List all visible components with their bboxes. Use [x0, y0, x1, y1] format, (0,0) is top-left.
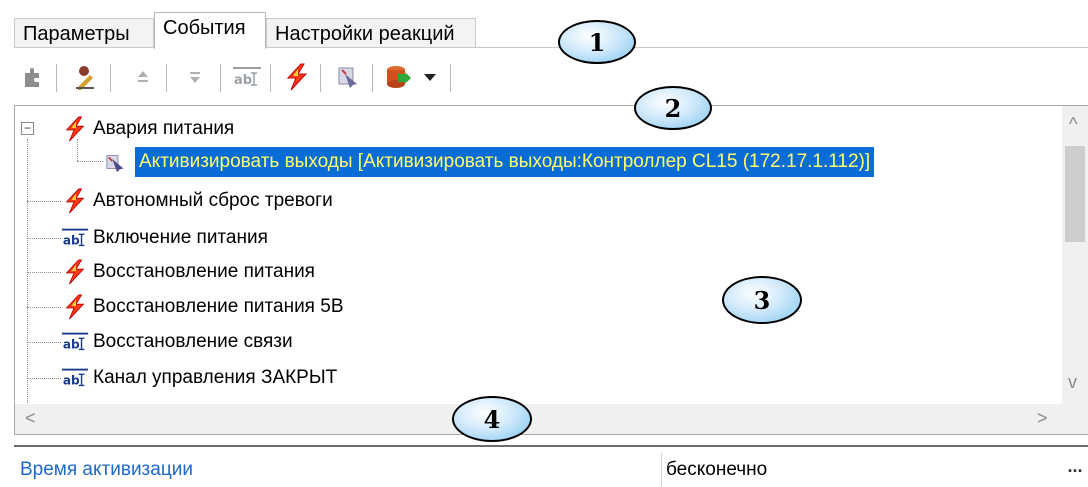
tree-item-label: Восстановление питания 5В — [93, 296, 344, 317]
svg-text:ab: ab — [63, 338, 80, 352]
tree-connector — [27, 307, 61, 308]
scroll-up-icon[interactable]: ^ — [1069, 114, 1077, 135]
toolbar-separator — [270, 64, 271, 92]
tab-events[interactable]: События — [154, 12, 266, 49]
toolbar-separator — [450, 64, 451, 92]
property-value[interactable]: бесконечно — [666, 453, 767, 487]
callout-3: 3 — [722, 276, 802, 324]
move-down-icon[interactable] — [176, 60, 214, 94]
tree-item-label: Включение питания — [93, 227, 268, 248]
horizontal-scrollbar[interactable]: < > — [15, 404, 1088, 434]
tab-bar: Параметры События Настройки реакций — [14, 12, 1074, 49]
tab-reaction-settings[interactable]: Настройки реакций — [266, 18, 476, 48]
tree-item-label: Канал управления ЗАКРЫТ — [93, 367, 338, 388]
tree-item-label: Активизировать выходы [Активизировать вы… — [135, 147, 875, 177]
edit-pencil-icon[interactable] — [66, 60, 104, 94]
lightning-icon — [61, 187, 89, 215]
tree-connector — [27, 378, 61, 379]
svg-text:ab: ab — [63, 234, 80, 248]
move-up-icon[interactable] — [124, 60, 162, 94]
tree-item-label: Авария питания — [93, 118, 235, 139]
tree-item[interactable]: Восстановление питания — [61, 257, 315, 287]
vertical-scrollbar[interactable]: ^ v — [1062, 106, 1088, 404]
database-export-icon[interactable] — [382, 60, 442, 94]
tree-connector — [27, 238, 61, 239]
tree-item-label: Восстановление питания — [93, 261, 315, 282]
tree-item-label: Восстановление связи — [93, 331, 293, 352]
lightning-icon — [61, 293, 89, 321]
tree-connector — [77, 161, 103, 162]
toolbar-separator — [56, 64, 57, 92]
toolbar-separator — [166, 64, 167, 92]
scroll-thumb[interactable] — [1065, 146, 1085, 242]
event-tree[interactable]: − Авария питания Активизировать выходы [… — [14, 105, 1088, 435]
callout-2: 2 — [634, 86, 712, 130]
toolbar-separator — [320, 64, 321, 92]
scroll-left-icon[interactable]: < — [25, 408, 36, 429]
ellipsis-button[interactable]: ... — [1064, 457, 1086, 483]
tree-item[interactable]: Восстановление питания 5В — [61, 292, 344, 322]
tree-item[interactable]: ab Канал управления ЗАКРЫТ — [61, 363, 337, 393]
reaction-icon — [103, 148, 131, 176]
scroll-down-icon[interactable]: v — [1068, 372, 1077, 393]
scroll-right-icon[interactable]: > — [1037, 408, 1048, 429]
tree-item[interactable]: ab Восстановление связи — [61, 327, 293, 357]
text-icon: ab — [61, 364, 89, 392]
text-icon: ab — [61, 328, 89, 356]
tree-connector — [27, 272, 61, 273]
text-icon: ab — [61, 224, 89, 252]
tree-item-label: Автономный сброс тревоги — [93, 190, 333, 211]
reaction-icon[interactable] — [330, 60, 368, 94]
toolbar-separator — [220, 64, 221, 92]
puzzle-add-icon[interactable] — [14, 60, 52, 94]
toolbar-separator — [110, 64, 111, 92]
tab-parameters[interactable]: Параметры — [14, 18, 154, 48]
svg-text:ab: ab — [234, 73, 252, 88]
property-grid: Время активизации бесконечно ... — [14, 445, 1088, 487]
tree-item-selected[interactable]: Активизировать выходы [Активизировать вы… — [103, 147, 875, 177]
lightning-icon — [61, 115, 89, 143]
tree-item[interactable]: Авария питания — [61, 114, 234, 144]
toolbar: ab — [14, 58, 1088, 98]
text-event-icon[interactable]: ab — [228, 60, 266, 94]
tree-connector — [27, 201, 61, 202]
tree-connector — [27, 342, 61, 343]
callout-1: 1 — [558, 20, 636, 64]
svg-text:ab: ab — [63, 374, 80, 388]
callout-4: 4 — [452, 396, 532, 442]
lightning-event-icon[interactable] — [278, 60, 316, 94]
tree-item[interactable]: Автономный сброс тревоги — [61, 186, 333, 216]
lightning-icon — [61, 258, 89, 286]
property-name: Время активизации — [14, 453, 662, 487]
tree-connector — [27, 139, 28, 407]
tree-item[interactable]: ab Включение питания — [61, 223, 268, 253]
toolbar-separator — [372, 64, 373, 92]
collapse-toggle[interactable]: − — [21, 122, 34, 135]
